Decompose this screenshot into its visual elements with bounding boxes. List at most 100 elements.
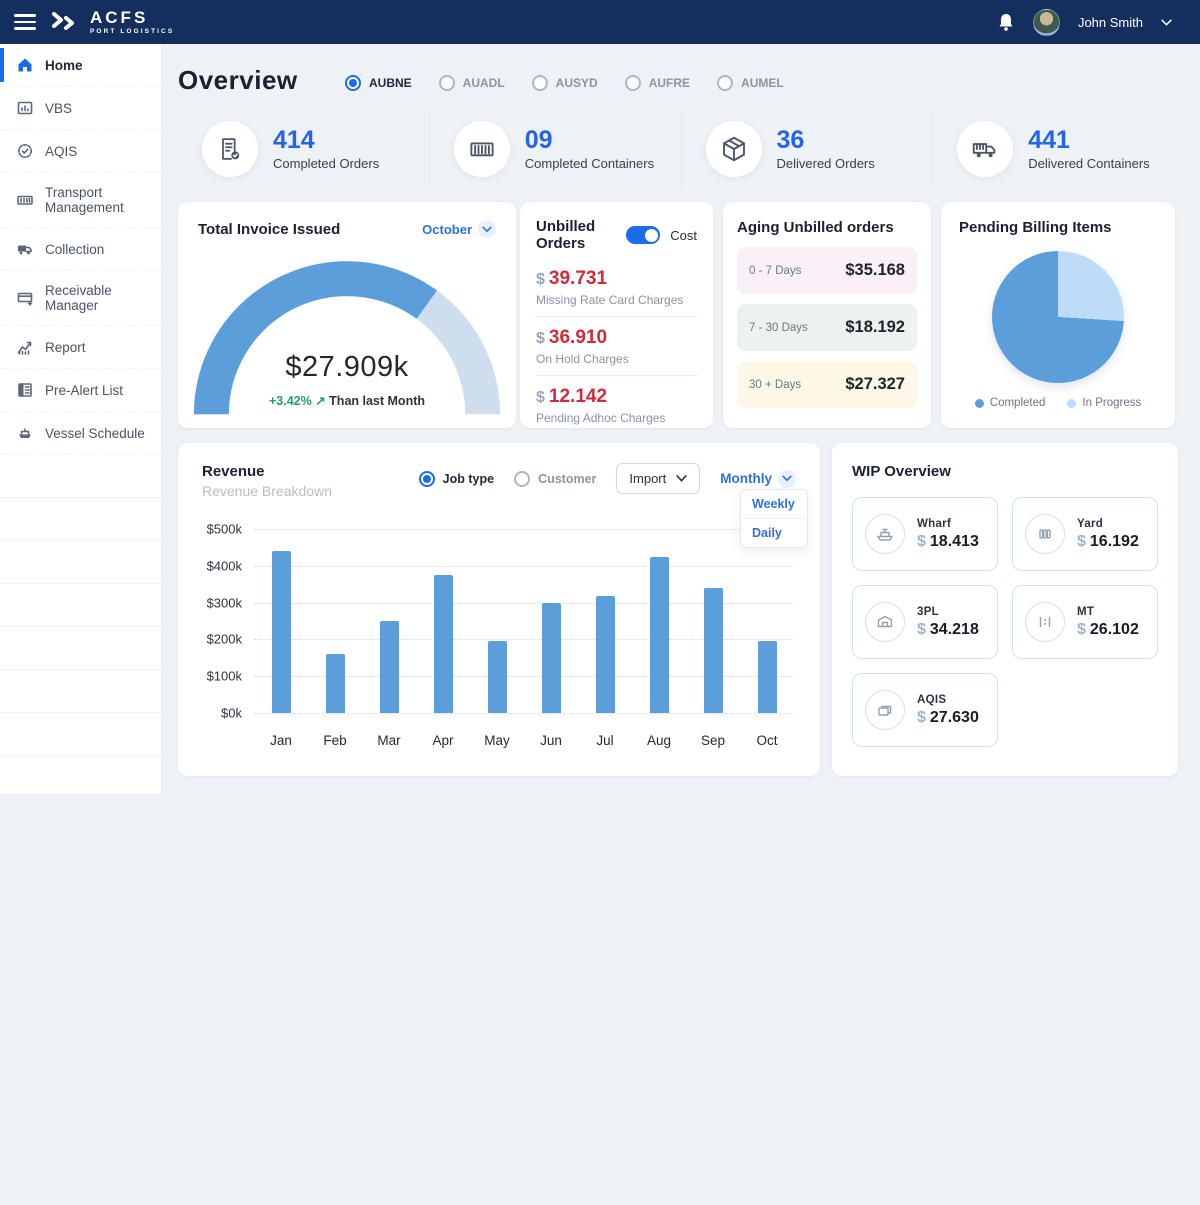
bar-sep [686,529,740,713]
menu-item-weekly[interactable]: Weekly [741,490,807,518]
aging-row-0-7: 0 - 7 Days $35.168 [737,247,917,294]
currency-sign: $ [1077,621,1086,638]
kpi-value: 09 [525,127,654,153]
month-dropdown-value: October [422,222,472,237]
legend-dot-icon [1067,399,1076,408]
bar-feb [308,529,362,713]
bar-jun [524,529,578,713]
radio-ausyd[interactable]: AUSYD [532,75,598,91]
y-tick: $300k [207,595,242,610]
bars [254,529,794,713]
wip-tile-mt: MT $26.102 [1012,585,1158,659]
sidebar-item-home[interactable]: Home [0,44,161,87]
x-tick: May [470,733,524,748]
radio-label: AUBNE [369,76,412,90]
unbilled-item: $39.731 Missing Rate Card Charges [536,258,697,317]
aging-unbilled-card: Aging Unbilled orders 0 - 7 Days $35.168… [723,202,931,428]
sidebar-empty-rows [0,455,161,1205]
month-dropdown[interactable]: October [422,220,496,238]
sidebar-item-label: AQIS [45,144,77,159]
aging-row-30-plus: 30 + Days $27.327 [737,361,917,408]
radio-label: AUSYD [556,76,598,90]
user-menu-chevron-down-icon[interactable] [1161,19,1172,26]
sidebar-item-transport-management[interactable]: Transport Management [0,173,161,228]
sidebar-item-pre-alert-list[interactable]: Pre-Alert List [0,369,161,412]
radio-aubne[interactable]: AUBNE [345,75,412,91]
page-title: Overview [178,65,298,96]
warehouse-icon [865,602,905,642]
period-dropdown-menu: Weekly Daily [740,489,808,548]
import-dropdown-value: Import [629,471,666,486]
unbilled-item: $36.910 On Hold Charges [536,317,697,376]
kpi-label: Delivered Containers [1028,156,1149,171]
x-tick: Feb [308,733,362,748]
invoice-change-note: Than last Month [329,394,425,408]
radio-label: AUADL [463,76,505,90]
radio-aufre[interactable]: AUFRE [625,75,690,91]
kpi-delivered-containers: 441 Delivered Containers [933,112,1184,186]
yard-columns-icon [1025,514,1065,554]
kpi-delivered-orders: 36 Delivered Orders [682,112,934,186]
truck-icon [16,240,34,258]
vbs-icon [16,99,34,117]
location-radio-group: AUBNE AUADL AUSYD AUFRE AUMEL [345,75,784,91]
home-icon [16,56,34,74]
currency-sign: $ [536,389,545,406]
notification-bell-icon[interactable] [997,12,1015,32]
card-title: Pending Billing Items [959,219,1112,236]
pending-billing-pie-chart [992,251,1124,383]
sidebar-item-collection[interactable]: Collection [0,228,161,271]
wip-label: Yard [1077,518,1139,530]
cost-toggle[interactable] [626,226,660,244]
kpi-completed-orders: 414 Completed Orders [178,112,430,186]
pie-legend: Completed In Progress [959,397,1157,409]
user-avatar[interactable] [1033,9,1060,36]
radio-customer[interactable]: Customer [514,471,596,487]
kpi-value: 414 [273,127,379,153]
aqis-badge-icon [16,142,34,160]
currency-sign: $ [917,621,926,638]
sidebar-item-report[interactable]: Report [0,326,161,369]
card-icon [16,289,34,307]
kpi-completed-containers: 09 Completed Containers [430,112,682,186]
sidebar-item-aqis[interactable]: AQIS [0,130,161,173]
sidebar-item-label: Vessel Schedule [45,426,145,441]
wip-overview-card: WIP Overview Wharf $18.413 Yard $16.192 [832,443,1178,776]
unbilled-label: Missing Rate Card Charges [536,293,697,307]
list-icon [16,381,34,399]
radio-dot-icon [532,75,548,91]
radio-dot-icon [345,75,361,91]
x-axis: JanFebMarAprMayJunJulAugSepOct [254,733,794,748]
bar-jan [254,529,308,713]
chevron-down-icon [478,220,496,238]
chevron-down-icon [778,470,796,488]
hamburger-menu-icon[interactable] [14,10,36,34]
briefcase-icon [865,690,905,730]
revenue-bar-chart: $500k$400k$300k$200k$100k$0k [202,529,794,713]
y-tick: $0k [221,706,242,721]
legend-label: Completed [990,397,1046,409]
kpi-value: 441 [1028,127,1149,153]
sidebar-item-vbs[interactable]: VBS [0,87,161,130]
unbilled-value: 36.910 [549,327,607,348]
radio-job-type[interactable]: Job type [419,471,494,487]
bar-oct [740,529,794,713]
kpi-row: 414 Completed Orders 09 Completed Contai… [178,112,1184,186]
sidebar-item-receivable-manager[interactable]: Receivable Manager [0,271,161,326]
menu-item-daily[interactable]: Daily [741,518,807,547]
period-dropdown[interactable]: Monthly [720,470,796,488]
import-dropdown[interactable]: Import [616,463,700,494]
wip-label: Wharf [917,518,979,530]
invoice-change-percent: +3.42% ↗ [269,394,326,408]
sidebar-item-label: VBS [45,101,72,116]
unbilled-item: $12.142 Pending Adhoc Charges [536,376,697,434]
aging-value: $35.168 [845,261,905,280]
radio-dot-icon [717,75,733,91]
card-title: Total Invoice Issued [198,221,340,238]
currency-sign: $ [917,709,926,726]
radio-auadl[interactable]: AUADL [439,75,505,91]
bar-mar [362,529,416,713]
radio-aumel[interactable]: AUMEL [717,75,784,91]
sidebar-item-vessel-schedule[interactable]: Vessel Schedule [0,412,161,455]
bar-apr [416,529,470,713]
